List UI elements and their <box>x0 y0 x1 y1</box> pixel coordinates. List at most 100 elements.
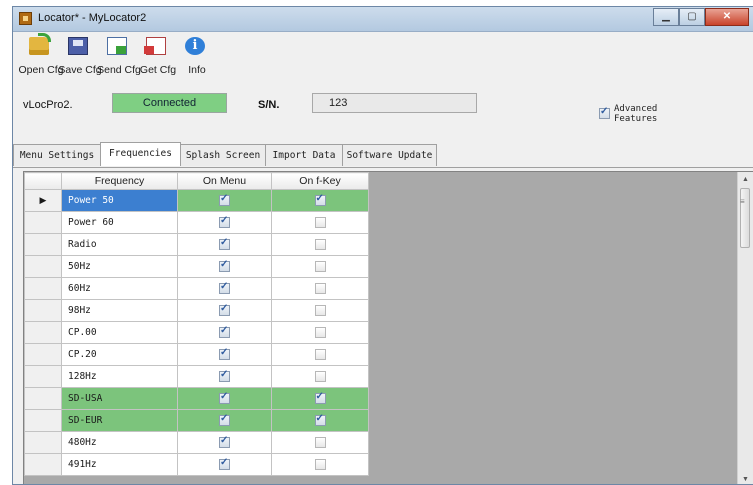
column-header-frequency[interactable]: Frequency <box>61 172 178 190</box>
row-header[interactable] <box>24 343 62 366</box>
on-fkey-cell <box>271 409 369 432</box>
on-menu-checkbox[interactable] <box>219 259 230 272</box>
table-row[interactable]: Radio <box>24 233 369 256</box>
title-bar[interactable]: Locator* - MyLocator2 ▁ ▢ ✕ <box>13 7 753 32</box>
on-fkey-checkbox[interactable] <box>314 371 326 382</box>
tab-strip: Menu Settings Frequencies Splash Screen … <box>13 142 753 168</box>
table-row[interactable]: CP.00 <box>24 321 369 344</box>
frequency-cell[interactable]: CP.20 <box>61 343 178 366</box>
table-row[interactable]: CP.20 <box>24 343 369 366</box>
on-fkey-checkbox[interactable] <box>314 217 326 228</box>
on-menu-checkbox[interactable] <box>219 457 230 470</box>
on-fkey-cell <box>271 233 369 256</box>
frequency-cell[interactable]: Power 60 <box>61 211 178 234</box>
row-header[interactable] <box>24 365 62 388</box>
on-fkey-checkbox[interactable] <box>314 239 326 250</box>
table-row[interactable]: ▶ Power 50 <box>24 189 369 212</box>
close-button[interactable]: ✕ <box>705 8 749 26</box>
get-cfg-button[interactable]: Get Cfg <box>140 37 176 81</box>
scroll-down-arrow-icon[interactable]: ▼ <box>742 476 749 483</box>
frequency-cell[interactable]: CP.00 <box>61 321 178 344</box>
on-menu-checkbox[interactable] <box>219 435 230 448</box>
row-header[interactable] <box>24 299 62 322</box>
info-button[interactable]: i Info <box>179 37 209 81</box>
frequency-cell[interactable]: 50Hz <box>61 255 178 278</box>
table-row[interactable]: 50Hz <box>24 255 369 278</box>
frequency-cell[interactable]: 491Hz <box>61 453 178 476</box>
advanced-features-checkbox[interactable] <box>599 106 610 119</box>
on-menu-checkbox[interactable] <box>219 369 230 382</box>
row-header[interactable] <box>24 431 62 454</box>
on-fkey-checkbox[interactable] <box>314 283 326 294</box>
row-header[interactable] <box>24 255 62 278</box>
on-fkey-cell <box>271 387 369 410</box>
app-icon <box>19 12 32 25</box>
row-header[interactable]: ▶ <box>24 189 62 212</box>
frequency-cell[interactable]: SD-EUR <box>61 409 178 432</box>
on-menu-checkbox[interactable] <box>219 325 230 338</box>
get-icon <box>144 37 166 55</box>
frequency-cell[interactable]: SD-USA <box>61 387 178 410</box>
on-fkey-checkbox[interactable] <box>314 193 326 206</box>
tab-software-update[interactable]: Software Update <box>342 144 437 166</box>
on-menu-cell <box>177 321 272 344</box>
table-row[interactable]: 480Hz <box>24 431 369 454</box>
on-fkey-checkbox[interactable] <box>314 349 326 360</box>
column-header-on-fkey[interactable]: On f-Key <box>271 172 369 190</box>
frequency-cell[interactable]: 128Hz <box>61 365 178 388</box>
row-header[interactable] <box>24 453 62 476</box>
on-fkey-checkbox[interactable] <box>314 327 326 338</box>
row-header[interactable] <box>24 277 62 300</box>
table-row[interactable]: Power 60 <box>24 211 369 234</box>
table-row[interactable]: SD-USA <box>24 387 369 410</box>
on-fkey-cell <box>271 189 369 212</box>
main-window: Locator* - MyLocator2 ▁ ▢ ✕ Open Cfg Sav… <box>12 6 753 485</box>
on-menu-checkbox[interactable] <box>219 193 230 206</box>
scroll-up-arrow-icon[interactable]: ▲ <box>742 176 749 183</box>
current-row-arrow-icon: ▶ <box>39 195 47 205</box>
table-row[interactable]: 98Hz <box>24 299 369 322</box>
on-fkey-cell <box>271 431 369 454</box>
tab-frequencies[interactable]: Frequencies <box>100 142 181 166</box>
open-cfg-button[interactable]: Open Cfg <box>19 33 63 81</box>
tab-splash-screen[interactable]: Splash Screen <box>180 144 266 166</box>
minimize-button[interactable]: ▁ <box>653 8 679 26</box>
row-header[interactable] <box>24 409 62 432</box>
on-menu-cell <box>177 255 272 278</box>
on-fkey-checkbox[interactable] <box>314 391 326 404</box>
save-cfg-button[interactable]: Save Cfg <box>58 37 102 81</box>
serial-number-field[interactable]: 123 <box>312 93 477 113</box>
frequency-cell[interactable]: 60Hz <box>61 277 178 300</box>
on-menu-checkbox[interactable] <box>219 413 230 426</box>
tab-menu-settings[interactable]: Menu Settings <box>13 144 101 166</box>
on-fkey-checkbox[interactable] <box>314 437 326 448</box>
table-row[interactable]: 60Hz <box>24 277 369 300</box>
frequency-cell[interactable]: Power 50 <box>61 189 178 212</box>
on-fkey-checkbox[interactable] <box>314 305 326 316</box>
frequency-cell[interactable]: Radio <box>61 233 178 256</box>
on-fkey-checkbox[interactable] <box>314 459 326 470</box>
on-menu-checkbox[interactable] <box>219 391 230 404</box>
send-cfg-button[interactable]: Send Cfg <box>97 37 141 81</box>
tab-import-data[interactable]: Import Data <box>265 144 343 166</box>
on-fkey-checkbox[interactable] <box>314 413 326 426</box>
table-row[interactable]: 491Hz <box>24 453 369 476</box>
frequency-cell[interactable]: 98Hz <box>61 299 178 322</box>
column-header-on-menu[interactable]: On Menu <box>177 172 272 190</box>
table-row[interactable]: 128Hz <box>24 365 369 388</box>
row-header[interactable] <box>24 387 62 410</box>
folder-open-icon <box>29 33 51 55</box>
on-menu-checkbox[interactable] <box>219 237 230 250</box>
maximize-button[interactable]: ▢ <box>679 8 705 26</box>
on-menu-checkbox[interactable] <box>219 281 230 294</box>
row-header[interactable] <box>24 233 62 256</box>
on-menu-checkbox[interactable] <box>219 215 230 228</box>
row-header[interactable] <box>24 211 62 234</box>
on-menu-checkbox[interactable] <box>219 347 230 360</box>
vertical-scrollbar[interactable]: ▲ ≡ ▼ <box>737 172 753 484</box>
on-fkey-checkbox[interactable] <box>314 261 326 272</box>
table-row[interactable]: SD-EUR <box>24 409 369 432</box>
on-menu-checkbox[interactable] <box>219 303 230 316</box>
frequency-cell[interactable]: 480Hz <box>61 431 178 454</box>
row-header[interactable] <box>24 321 62 344</box>
